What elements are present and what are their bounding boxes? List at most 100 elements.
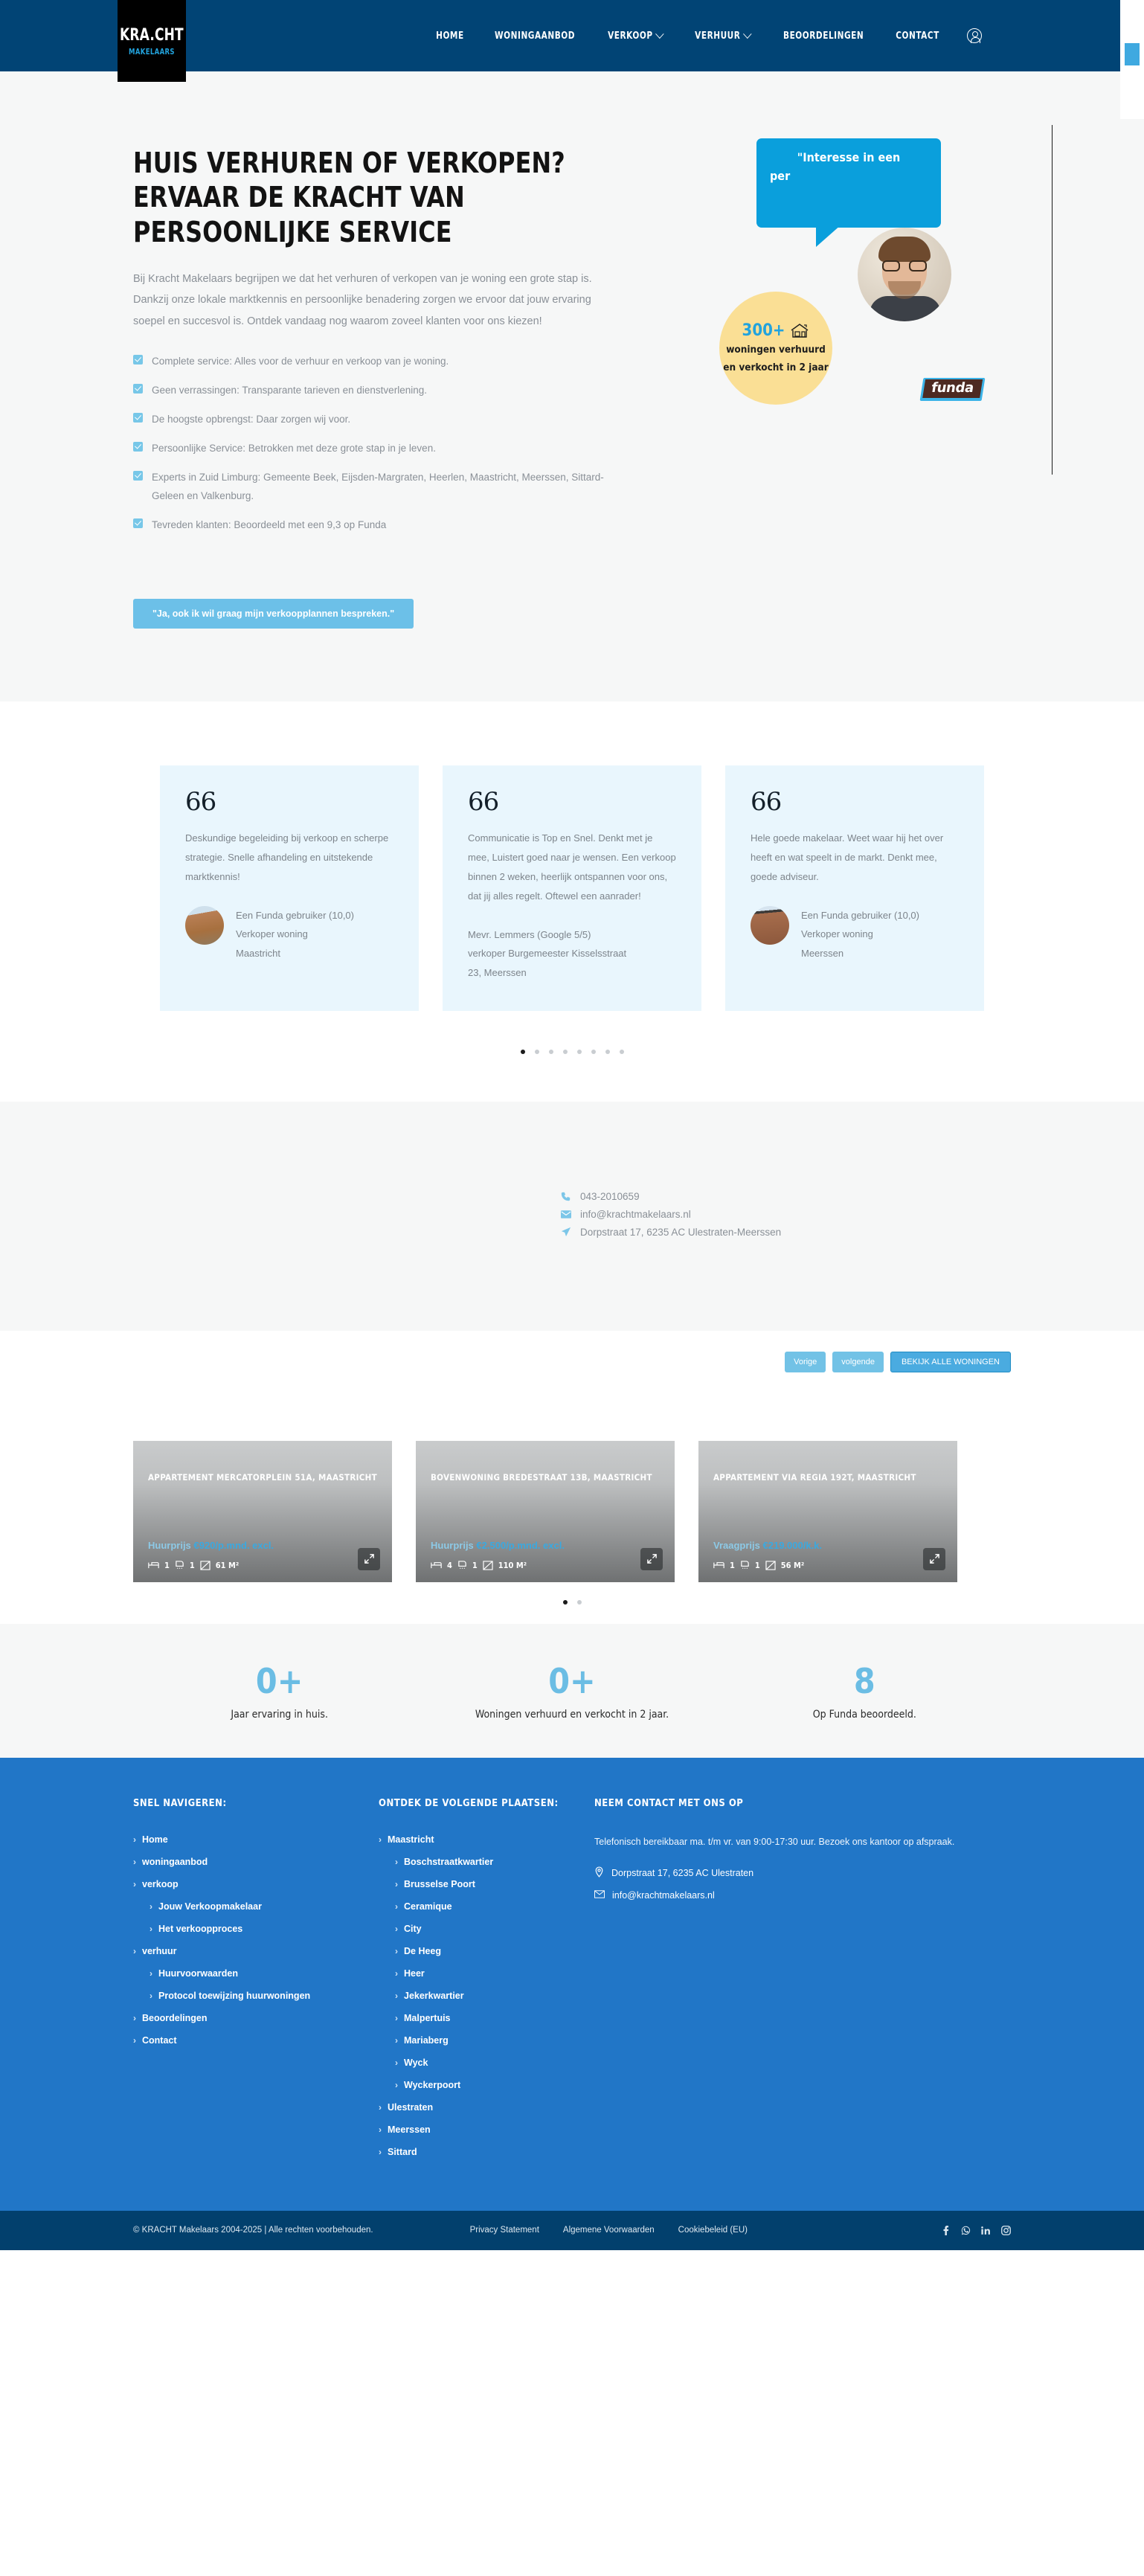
footer-link-beoordelingen[interactable]: › Beoordelingen xyxy=(133,2013,379,2023)
expand-icon[interactable] xyxy=(923,1547,945,1570)
stats-badge: 300+ woningen verhuurd en verkocht in 2 … xyxy=(719,292,832,405)
property-price: Huurprijs €920/p.mnd. excl. xyxy=(148,1540,274,1551)
badge-top-row: 300+ xyxy=(742,321,810,340)
footer-place-heer[interactable]: › Heer xyxy=(379,1968,594,1979)
carousel-dot[interactable] xyxy=(562,1049,568,1054)
view-all-listings-button[interactable]: BEKIJK ALLE WONINGEN xyxy=(890,1351,1011,1372)
footer-place-meerssen[interactable]: › Meerssen xyxy=(379,2124,594,2135)
footer-place-de-heeg[interactable]: › De Heeg xyxy=(379,1946,594,1956)
footer-link-protocol-toewijzing[interactable]: › Protocol toewijzing huurwoningen xyxy=(133,1991,379,2001)
stat-label: Jaar ervaring in huis. xyxy=(231,1708,328,1721)
footer-link-contact[interactable]: › Contact xyxy=(133,2035,379,2046)
nav-item-beoordelingen[interactable]: BEOORDELINGEN xyxy=(783,30,864,42)
footer-place-ulestraten[interactable]: › Ulestraten xyxy=(379,2102,594,2113)
nav-item-verkoop[interactable]: VERKOOP xyxy=(608,28,665,42)
footer-link-verkoop[interactable]: › verkoop xyxy=(133,1879,379,1889)
carousel-dot[interactable] xyxy=(576,1599,582,1605)
property-price-value: €920/p.mnd. excl. xyxy=(193,1539,274,1551)
property-price: Huurprijs €2.500/p.mnd. excl. xyxy=(431,1540,565,1551)
testimonial-role: verkoper Burgemeester Kisselsstraat xyxy=(468,948,627,960)
footer-place-brusselse-poort[interactable]: › Brusselse Poort xyxy=(379,1879,594,1889)
listings-controls: Vorige volgende BEKIJK ALLE WONINGEN xyxy=(133,1351,1011,1372)
carousel-dot[interactable] xyxy=(534,1049,539,1054)
footer-place-malpertuis[interactable]: › Malpertuis xyxy=(379,2013,594,2023)
quote-icon: 66 xyxy=(468,786,499,817)
listings-section: Vorige volgende BEKIJK ALLE WONINGEN APP… xyxy=(0,1330,1144,1624)
instagram-icon[interactable] xyxy=(1001,2225,1011,2235)
listings-prev-button[interactable]: Vorige xyxy=(785,1351,826,1372)
site-footer: SNEL NAVIGEREN: › Home › woningaanbod › ver… xyxy=(0,1757,1144,2211)
carousel-dot[interactable] xyxy=(520,1049,525,1054)
footer-place-ceramique[interactable]: › Ceramique xyxy=(379,1901,594,1912)
footer-link-label: Heer xyxy=(404,1968,425,1979)
testimonial-footer: Mevr. Lemmers (Google 5/5) verkoper Burg… xyxy=(468,925,676,982)
nav-item-verhuur[interactable]: VERHUUR xyxy=(695,28,752,42)
footer-place-boschstraatkwartier[interactable]: › Boschstraatkwartier xyxy=(379,1857,594,1867)
property-card[interactable]: BOVENWONING BREDESTRAAT 13B, MAASTRICHT … xyxy=(416,1440,675,1582)
contact-phone-row[interactable]: 043-2010659 xyxy=(560,1191,1011,1202)
property-baths: 1 xyxy=(472,1560,478,1570)
bottom-bar-grid: © KRACHT Makelaars 2004-2025 | Alle rech… xyxy=(133,2225,1011,2235)
footer-link-het-verkoopproces[interactable]: › Het verkoopproces xyxy=(133,1924,379,1934)
legal-link-privacy[interactable]: Privacy Statement xyxy=(470,2226,539,2235)
expand-icon[interactable] xyxy=(640,1547,663,1570)
chevron-right-icon: › xyxy=(395,2057,398,2068)
footer-place-sittard[interactable]: › Sittard xyxy=(379,2147,594,2157)
nav-item-woningaanbod[interactable]: WONINGAANBOD xyxy=(495,30,575,42)
user-circle-icon[interactable] xyxy=(967,28,982,43)
portrait-body xyxy=(870,296,941,321)
footer-place-wyckerpoort[interactable]: › Wyckerpoort xyxy=(379,2080,594,2090)
stat-label: Op Funda beoordeeld. xyxy=(812,1708,916,1721)
footer-place-mariaberg[interactable]: › Mariaberg xyxy=(379,2035,594,2046)
carousel-dot[interactable] xyxy=(576,1049,582,1054)
stat-item: 8 Op Funda beoordeeld. xyxy=(719,1664,1011,1721)
nav-item-contact[interactable]: CONTACT xyxy=(896,30,939,42)
hero-cta-wrap: "Ja, ook ik wil graag mijn verkoopplanne… xyxy=(133,598,1011,629)
contact-address-value: Dorpstraat 17, 6235 AC Ulestraten-Meerss… xyxy=(580,1226,782,1238)
property-beds: 1 xyxy=(730,1560,735,1570)
footer-place-wyck[interactable]: › Wyck xyxy=(379,2058,594,2068)
footer-email-row[interactable]: info@krachtmakelaars.nl xyxy=(594,1890,1011,1901)
nav-item-home[interactable]: HOME xyxy=(436,30,464,42)
contact-email-row[interactable]: info@krachtmakelaars.nl xyxy=(560,1209,1011,1220)
property-price: Vraagprijs €219.000/k.k. xyxy=(713,1540,822,1551)
carousel-dot[interactable] xyxy=(605,1049,610,1054)
side-tab-button[interactable] xyxy=(1125,43,1140,65)
discuss-sale-plans-button[interactable]: "Ja, ook ik wil graag mijn verkoopplanne… xyxy=(133,598,414,629)
footer-link-verhuur[interactable]: › verhuur xyxy=(133,1946,379,1956)
footer-link-home[interactable]: › Home xyxy=(133,1834,379,1845)
legal-link-terms[interactable]: Algemene Voorwaarden xyxy=(563,2226,655,2235)
footer-link-label: De Heeg xyxy=(404,1945,442,1956)
expand-icon[interactable] xyxy=(358,1547,380,1570)
footer-place-maastricht[interactable]: › Maastricht xyxy=(379,1834,594,1845)
property-card[interactable]: APPARTEMENT VIA REGIA 192T, MAASTRICHT V… xyxy=(698,1440,957,1582)
testimonial-place: Meerssen xyxy=(801,947,844,959)
listings-next-button[interactable]: volgende xyxy=(832,1351,884,1372)
footer-address-row[interactable]: Dorpstraat 17, 6235 AC Ulestraten xyxy=(594,1866,1011,1880)
legal-link-cookies[interactable]: Cookiebeleid (EU) xyxy=(678,2226,748,2235)
hero-checklist: Complete service: Alles voor de verhuur … xyxy=(133,353,609,535)
agent-portrait-photo xyxy=(858,228,951,321)
contact-address-row[interactable]: Dorpstraat 17, 6235 AC Ulestraten-Meerss… xyxy=(560,1227,1011,1238)
footer-link-label: Jekerkwartier xyxy=(404,1990,464,2001)
carousel-dot[interactable] xyxy=(591,1049,596,1054)
property-card[interactable]: APPARTEMENT MERCATORPLEIN 51A, MAASTRICH… xyxy=(133,1440,392,1582)
carousel-dot[interactable] xyxy=(548,1049,553,1054)
footer-place-jekerkwartier[interactable]: › Jekerkwartier xyxy=(379,1991,594,2001)
footer-link-woningaanbod[interactable]: › woningaanbod xyxy=(133,1857,379,1867)
check-icon xyxy=(133,412,143,423)
carousel-dot[interactable] xyxy=(562,1599,568,1605)
carousel-dot[interactable] xyxy=(619,1049,624,1054)
footer-place-city[interactable]: › City xyxy=(379,1924,594,1934)
whatsapp-icon[interactable] xyxy=(961,2226,971,2235)
footer-link-huurvoorwaarden[interactable]: › Huurvoorwaarden xyxy=(133,1968,379,1979)
facebook-icon[interactable] xyxy=(941,2225,951,2235)
mail-icon xyxy=(594,1890,605,1901)
property-price-value: €219.000/k.k. xyxy=(762,1539,823,1551)
footer-link-jouw-verkoopmakelaar[interactable]: › Jouw Verkoopmakelaar xyxy=(133,1901,379,1912)
site-logo[interactable]: KRA.CHT MAKELAARS xyxy=(118,0,186,82)
testimonial-author: Een Funda gebruiker (10,0) xyxy=(801,909,919,921)
linkedin-icon[interactable] xyxy=(981,2226,991,2235)
quote-icon: 66 xyxy=(751,786,782,817)
mail-icon xyxy=(560,1209,571,1220)
